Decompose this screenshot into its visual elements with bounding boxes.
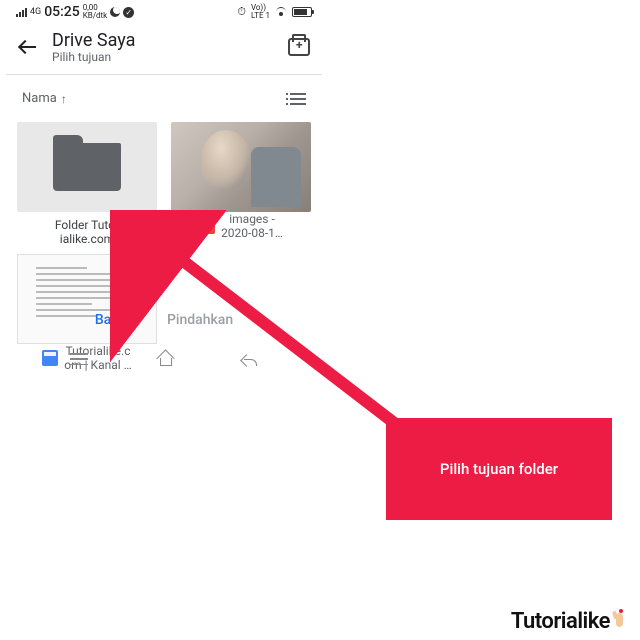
network-type: 4G	[30, 7, 41, 17]
watermark: Tutorialike	[511, 609, 628, 634]
phone-frame: 4G 05:25 0,00KB/dtk ✓ ⏱ Vo))LTE 1 Drive …	[6, 0, 322, 376]
divider	[6, 74, 322, 75]
hand-icon	[612, 611, 628, 633]
back-button[interactable]	[20, 40, 38, 54]
grid-item-image[interactable]: images - 2020-08-1…	[164, 118, 318, 250]
nav-back-button[interactable]	[242, 352, 258, 366]
sort-button[interactable]: Nama ↑	[22, 91, 67, 106]
dnd-icon	[110, 7, 120, 17]
image-thumb	[171, 122, 311, 212]
bottom-actions: Batal Pindahkan	[6, 298, 322, 342]
page-title: Drive Saya	[52, 30, 274, 51]
new-folder-button[interactable]	[288, 38, 310, 56]
grid-item-folder[interactable]: Folder Tutor ialike.com	[10, 118, 164, 250]
view-toggle-button[interactable]	[290, 93, 306, 105]
alarm-icon: ⏱	[237, 5, 246, 19]
data-speed: 0,00KB/dtk	[83, 4, 108, 20]
wifi-icon	[275, 7, 287, 17]
annotation-callout: Pilih tujuan folder	[386, 418, 612, 520]
sort-direction-icon: ↑	[61, 92, 67, 106]
sort-row: Nama ↑	[6, 83, 322, 118]
volte-label: Vo))LTE 1	[251, 4, 270, 20]
folder-icon	[53, 143, 121, 191]
folder-label: Folder Tutor ialike.com	[55, 218, 119, 246]
signal-icon	[16, 8, 27, 17]
nav-home-button[interactable]	[157, 352, 173, 366]
check-icon: ✓	[123, 7, 134, 18]
title-block: Drive Saya Pilih tujuan	[52, 30, 274, 64]
annotation-text: Pilih tujuan folder	[440, 460, 558, 478]
sort-label: Nama	[22, 91, 57, 106]
battery-icon	[292, 7, 312, 17]
nav-recents-button[interactable]	[70, 353, 88, 365]
status-right: ⏱ Vo))LTE 1	[237, 4, 312, 20]
page-subtitle: Pilih tujuan	[52, 50, 274, 64]
clock: 05:25	[44, 4, 80, 20]
image-type-icon	[199, 218, 215, 234]
system-nav-bar	[6, 348, 322, 370]
cancel-button[interactable]: Batal	[95, 312, 127, 328]
status-bar: 4G 05:25 0,00KB/dtk ✓ ⏱ Vo))LTE 1	[6, 0, 322, 22]
move-button[interactable]: Pindahkan	[167, 312, 233, 328]
folder-thumb	[17, 122, 157, 212]
status-left: 4G 05:25 0,00KB/dtk ✓	[16, 4, 134, 20]
image-label: images - 2020-08-1…	[221, 212, 283, 240]
app-bar: Drive Saya Pilih tujuan	[6, 22, 322, 74]
